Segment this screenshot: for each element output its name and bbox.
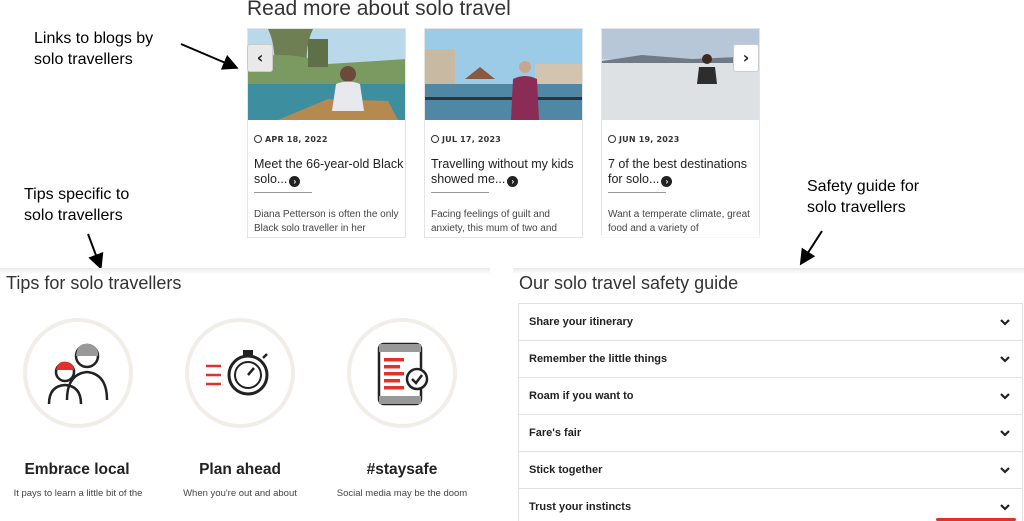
clock-icon [254,135,262,143]
people-icon [47,343,109,405]
accordion-item[interactable]: Roam if you want to [519,377,1022,414]
blog-date-text: JUL 17, 2023 [442,135,501,144]
blogs-section-title: Read more about solo travel [247,0,511,20]
blog-photo-city-bridge [425,29,582,120]
annotation-safety-line2: solo travellers [807,199,906,216]
accordion-item-label[interactable]: Stick together [529,464,602,476]
blog-photo-salt-flat [602,29,759,120]
tip-description: It pays to learn a little bit of the [13,488,143,499]
accordion-item-label[interactable]: Share your itinerary [529,316,633,328]
tip-title: Plan ahead [199,461,281,478]
accordion-item[interactable]: Fare's fair [519,414,1022,451]
blog-card-excerpt: Facing feelings of guilt and anxiety, th… [431,209,557,234]
carousel-prev-button[interactable]: ‹ [247,44,273,72]
accordion-item-label[interactable]: Fare's fair [529,427,581,439]
chevron-down-icon[interactable] [998,352,1012,366]
blog-date-text: APR 18, 2022 [265,135,328,144]
tip-description: Social media may be the doom [336,488,468,499]
annotation-safety: Safety guide for solo travellers [807,176,919,218]
blog-card-photo [425,29,582,120]
accordion-item-label[interactable]: Trust your instincts [529,501,631,513]
blog-card-photo [248,29,405,120]
clock-icon [431,135,439,143]
arrow-circle-right-icon[interactable]: › [507,176,519,187]
divider [608,192,666,193]
annotation-safety-line1: Safety guide for [807,178,920,195]
blog-headline-text[interactable]: Travelling without my kids showed me... [431,157,574,186]
blog-headline-text[interactable]: Meet the 66-year-old Black solo... [254,157,403,186]
blog-card-headline[interactable]: 7 of the best destinations for solo... › [608,157,758,187]
arrow-to-blogs [180,43,239,70]
phone-check-icon [377,342,429,406]
tip-icon-circle [185,318,295,428]
annotation-blogs-line1: Links to blogs by [34,30,154,47]
arrow-to-safety [799,230,823,266]
blog-headline-text[interactable]: 7 of the best destinations for solo... [608,157,747,186]
arrow-circle-right-icon[interactable]: › [661,176,673,187]
chevron-right-icon[interactable]: › [743,48,750,67]
chevron-down-icon[interactable] [998,315,1012,329]
stopwatch-icon [206,350,269,396]
blog-date-text: JUN 19, 2023 [619,135,680,144]
chevron-down-icon[interactable] [998,389,1012,403]
annotation-blogs: Links to blogs by solo travellers [34,28,153,70]
accordion-item[interactable]: Remember the little things [519,340,1022,377]
accordion-item[interactable]: Trust your instincts [519,488,1022,521]
accordion-item-label[interactable]: Roam if you want to [529,390,634,402]
guide-section-title: Our solo travel safety guide [519,273,739,293]
blog-card-date: JUN 19, 2023 [608,135,680,144]
accordion-item[interactable]: Share your itinerary [519,303,1022,340]
annotation-tips-line1: Tips specific to [24,186,130,203]
card-fade [600,232,760,240]
divider [254,192,312,193]
tip-icon-circle [347,318,457,428]
annotation-tips-line2: solo travellers [24,207,123,224]
tip-icon-circle [23,318,133,428]
blog-card-date: APR 18, 2022 [254,135,328,144]
blog-card-excerpt: Diana Petterson is often the only Black … [254,209,399,234]
blog-photo-boat-lake [248,29,405,120]
safety-accordion: Share your itinerary Remember the little… [518,303,1023,521]
tips-section-title: Tips for solo travellers [6,273,182,293]
chevron-down-icon[interactable] [998,500,1012,514]
chevron-down-icon[interactable] [998,426,1012,440]
chevron-down-icon[interactable] [998,463,1012,477]
blog-card-headline[interactable]: Travelling without my kids showed me... › [431,157,581,187]
annotation-blogs-line2: solo travellers [34,51,133,68]
divider [431,192,489,193]
arrow-circle-right-icon[interactable]: › [289,176,301,187]
tip-title: #staysafe [366,461,438,478]
tip-description: When you're out and about [183,488,297,499]
blog-card-date: JUL 17, 2023 [431,135,501,144]
clock-icon [608,135,616,143]
blog-card-headline[interactable]: Meet the 66-year-old Black solo... › [254,157,404,187]
annotation-tips: Tips specific to solo travellers [24,184,129,226]
tip-title: Embrace local [24,461,130,478]
blog-card-photo [602,29,759,120]
accordion-item[interactable]: Stick together [519,451,1022,488]
chevron-left-icon[interactable]: ‹ [257,48,264,67]
blog-card[interactable]: JUL 17, 2023 Travelling without my kids … [424,28,583,238]
arrow-to-tips [87,233,104,270]
carousel-next-button[interactable]: › [733,44,759,72]
accordion-item-label[interactable]: Remember the little things [529,353,667,365]
